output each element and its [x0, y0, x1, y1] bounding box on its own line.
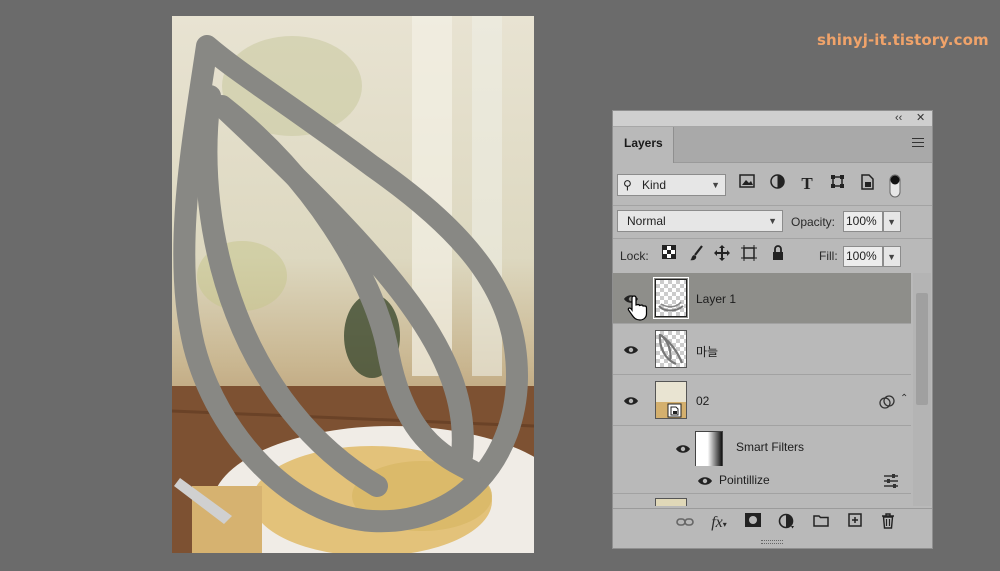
- smart-filters-label[interactable]: Smart Filters: [736, 440, 804, 454]
- tab-layers[interactable]: Layers: [613, 127, 674, 163]
- canvas-artwork: [172, 16, 534, 553]
- panel-menu-icon[interactable]: [912, 138, 924, 150]
- collapse-panel-icon[interactable]: ‹‹: [895, 111, 902, 126]
- filter-toggle-icon[interactable]: [885, 174, 905, 198]
- fx-icon[interactable]: fx▾: [709, 513, 729, 533]
- layer-name[interactable]: 02: [696, 394, 709, 408]
- layer-row-02[interactable]: 02 ⌃: [613, 375, 911, 426]
- mask-icon[interactable]: [743, 513, 763, 533]
- collapse-effects-icon[interactable]: ⌃: [900, 393, 908, 404]
- blend-mode-value: Normal: [627, 214, 666, 228]
- chevron-down-icon: ▼: [887, 217, 896, 227]
- opacity-label: Opacity:: [791, 215, 836, 229]
- chevron-down-icon: ▼: [711, 180, 720, 190]
- document-canvas[interactable]: [172, 16, 534, 553]
- layer-row-garlic[interactable]: 마늘: [613, 324, 911, 375]
- filter-kind-label: Kind: [642, 178, 667, 192]
- lock-label: Lock:: [620, 249, 649, 263]
- smart-filter-indicator-icon: [879, 395, 895, 409]
- lock-position-icon[interactable]: [712, 245, 732, 265]
- blend-mode-select[interactable]: Normal ▼: [617, 210, 783, 232]
- scrollbar-thumb[interactable]: [916, 293, 928, 405]
- filter-row: ⚲ Kind ▼ T: [613, 167, 932, 203]
- visibility-eye-icon[interactable]: [675, 443, 691, 455]
- shape-filter-icon[interactable]: [827, 174, 847, 194]
- fill-label: Fill:: [819, 249, 838, 263]
- layers-list: Layer 1 마늘 02 ⌃ Smart Filters Pointilliz…: [613, 273, 932, 506]
- image-filter-icon[interactable]: [737, 174, 757, 194]
- opacity-dropdown[interactable]: ▼: [883, 211, 901, 232]
- hand-cursor-icon: [627, 295, 648, 321]
- filter-name[interactable]: Pointillize: [719, 473, 770, 487]
- lock-all-icon[interactable]: [768, 245, 788, 265]
- smart-filter-mask-thumbnail[interactable]: [695, 431, 723, 470]
- layer-row-layer-1[interactable]: Layer 1: [613, 273, 911, 324]
- adjustment-icon[interactable]: [777, 513, 797, 533]
- lock-image-pixels-icon[interactable]: [687, 245, 707, 265]
- adjustment-filter-icon[interactable]: [767, 174, 787, 194]
- watermark-text: shinyj-it.tistory.com: [817, 31, 989, 49]
- layer-thumbnail: [655, 498, 687, 506]
- visibility-eye-icon[interactable]: [697, 475, 713, 487]
- opacity-input[interactable]: 100%: [843, 211, 883, 232]
- lock-artboard-icon[interactable]: [739, 245, 759, 265]
- link-icon[interactable]: [675, 513, 695, 533]
- panel-titlebar: ‹‹ ✕: [613, 111, 932, 127]
- visibility-eye-icon[interactable]: [623, 395, 639, 407]
- layer-name[interactable]: Layer 1: [696, 292, 736, 306]
- folder-icon[interactable]: [811, 513, 831, 533]
- filter-kind-select[interactable]: ⚲ Kind ▼: [617, 174, 726, 196]
- fill-input[interactable]: 100%: [843, 246, 883, 267]
- blend-row: Normal ▼ Opacity: 100% ▼: [613, 205, 932, 237]
- chevron-down-icon: ▼: [887, 252, 896, 262]
- layers-panel: ‹‹ ✕ Layers ⚲ Kind ▼ T Normal ▼ Opacity:…: [612, 110, 933, 549]
- smart-filters-row[interactable]: Smart Filters: [613, 426, 911, 470]
- chevron-down-icon: ▼: [768, 216, 777, 226]
- layer-name[interactable]: 마늘: [696, 343, 718, 360]
- lock-row: Lock: Fill: 100% ▼: [613, 238, 932, 272]
- filter-row-pointillize[interactable]: Pointillize: [613, 466, 911, 494]
- lock-transparent-pixels-icon[interactable]: [659, 245, 679, 265]
- trash-icon[interactable]: [878, 513, 898, 533]
- layer-thumbnail[interactable]: [655, 381, 687, 419]
- panel-resize-grip[interactable]: [761, 540, 783, 544]
- layer-thumbnail[interactable]: [655, 330, 687, 368]
- next-layer-row[interactable]: [613, 494, 911, 506]
- fill-dropdown[interactable]: ▼: [883, 246, 901, 267]
- filter-blending-options-icon[interactable]: [883, 474, 899, 488]
- smart-object-filter-icon[interactable]: [857, 174, 877, 194]
- panel-bottom-bar: fx▾: [613, 508, 932, 535]
- type-filter-icon[interactable]: T: [797, 174, 817, 194]
- layer-thumbnail[interactable]: [653, 277, 689, 319]
- panel-tabbar: Layers: [613, 127, 932, 163]
- close-panel-icon[interactable]: ✕: [916, 111, 925, 126]
- layers-scrollbar[interactable]: [913, 273, 931, 506]
- search-icon: ⚲: [623, 178, 632, 192]
- visibility-eye-icon[interactable]: [623, 344, 639, 356]
- new-layer-icon[interactable]: [845, 513, 865, 533]
